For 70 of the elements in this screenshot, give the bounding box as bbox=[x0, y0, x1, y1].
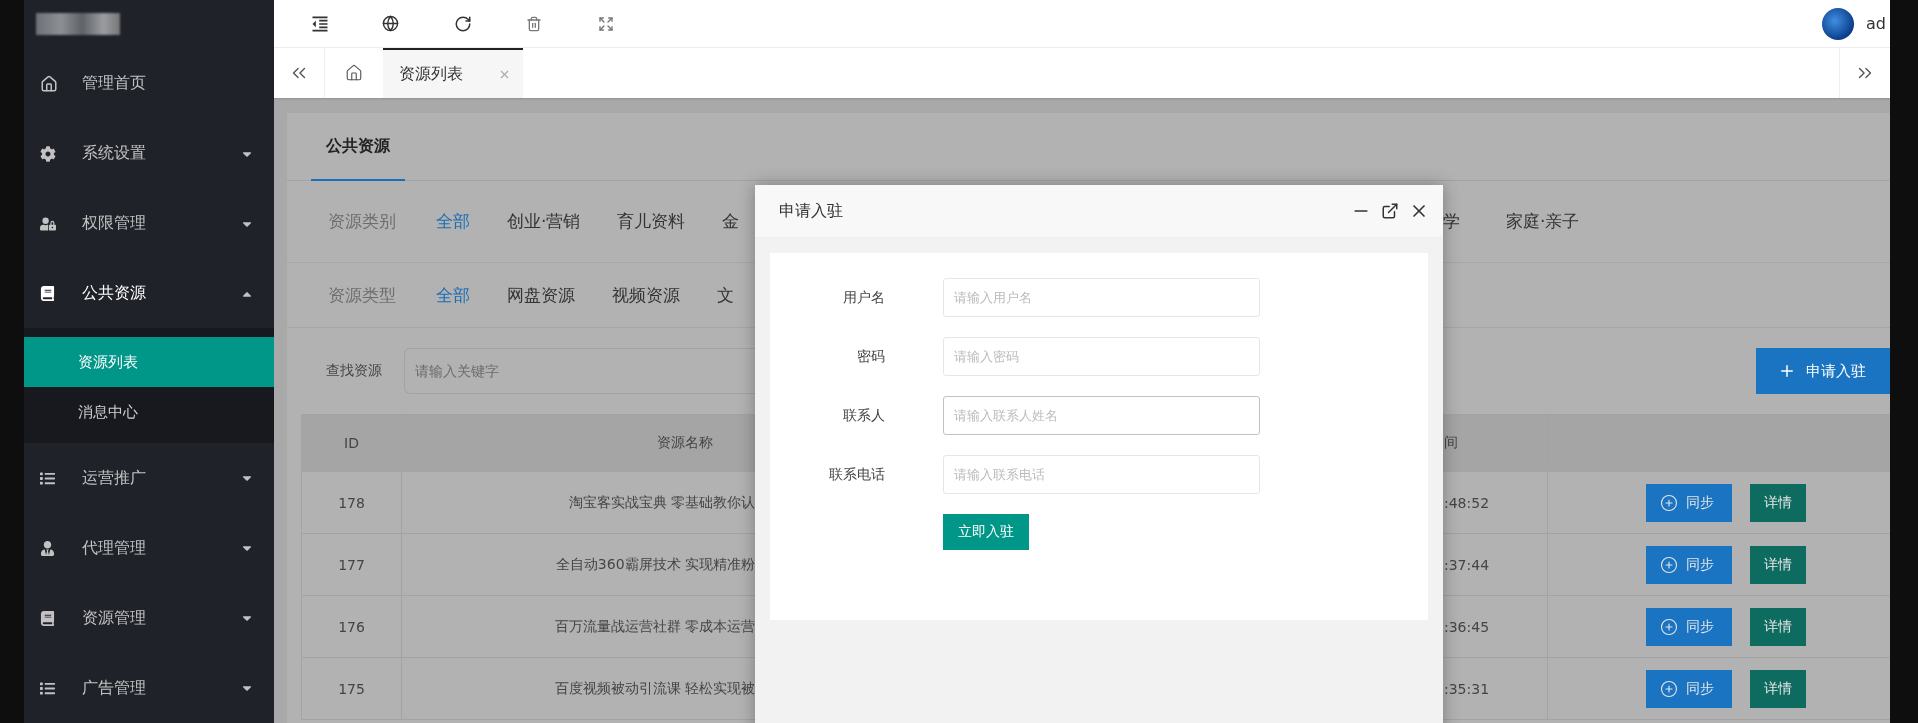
filter-option[interactable]: 创业·营销 bbox=[507, 210, 581, 233]
sync-button[interactable]: 同步 bbox=[1646, 545, 1732, 584]
sync-button[interactable]: 同步 bbox=[1646, 483, 1732, 522]
table-cell-text: 全自动360霸屏技术 实现精准粉 bbox=[554, 554, 755, 574]
input-field[interactable]: 请输入联系电话 bbox=[943, 455, 1260, 494]
sidebar-item[interactable]: 代理管理 bbox=[24, 513, 274, 584]
home-icon bbox=[40, 74, 60, 93]
sidebar-item[interactable]: 广告管理 bbox=[24, 653, 274, 723]
submenu-item[interactable]: 消息中心 bbox=[24, 387, 274, 438]
table-cell-text: :36:45 bbox=[1443, 617, 1491, 637]
filter-option[interactable]: 学 bbox=[1443, 210, 1460, 233]
page-tab[interactable]: 资源列表 bbox=[383, 48, 523, 98]
filter-option[interactable]: 视频资源 bbox=[612, 283, 680, 307]
field-label: 联系电话 bbox=[828, 465, 886, 484]
table-cell-text: :48:52 bbox=[1443, 493, 1491, 513]
sidebar-item[interactable]: 公共资源 bbox=[24, 258, 274, 329]
column-header: 资源名称 bbox=[656, 433, 714, 452]
table-cell-text: :37:44 bbox=[1443, 555, 1491, 575]
filter-label: 资源类型 bbox=[328, 283, 396, 307]
table-cell-text: 百万流量战运营社群 零成本运营 bbox=[553, 616, 755, 636]
table-cell-text: :35:31 bbox=[1443, 679, 1491, 699]
circle-plus-icon bbox=[1660, 555, 1678, 574]
detail-button[interactable]: 详情 bbox=[1750, 483, 1806, 522]
search-label: 查找资源 bbox=[326, 362, 383, 380]
filter-option[interactable]: 家庭·亲子 bbox=[1506, 210, 1580, 233]
dialog-title: 申请入驻 bbox=[779, 200, 844, 222]
sync-button[interactable]: 同步 bbox=[1646, 607, 1732, 646]
sidebar-item[interactable]: 权限管理 bbox=[24, 188, 274, 259]
input-field[interactable]: 请输入联系人姓名 bbox=[943, 396, 1260, 435]
field-label: 密码 bbox=[856, 347, 886, 366]
table-cell-text: 淘宝客实战宝典 零基础教你认 bbox=[567, 492, 755, 512]
sidebar-item[interactable]: 管理首页 bbox=[24, 48, 274, 119]
column-header: ID bbox=[301, 415, 402, 471]
home-icon bbox=[345, 64, 363, 82]
submenu-item[interactable]: 资源列表 bbox=[24, 337, 274, 388]
circle-plus-icon bbox=[1660, 617, 1678, 636]
sidebar-item[interactable]: 运营推广 bbox=[24, 443, 274, 514]
maximize-icon[interactable] bbox=[1381, 202, 1399, 220]
column-header: 间 bbox=[1443, 433, 1459, 452]
detail-button[interactable]: 详情 bbox=[1750, 607, 1806, 646]
table-cell-text: 百度视频被动引流课 轻松实现被 bbox=[553, 678, 755, 698]
filter-option[interactable]: 网盘资源 bbox=[507, 283, 575, 307]
filter-label: 资源类别 bbox=[328, 210, 396, 233]
circle-plus-icon bbox=[1660, 493, 1678, 512]
field-label: 用户名 bbox=[842, 288, 886, 307]
avatar[interactable] bbox=[1822, 7, 1854, 40]
circle-plus-icon bbox=[1660, 679, 1678, 698]
submit-button[interactable]: 立即入驻 bbox=[943, 514, 1029, 550]
apply-button[interactable]: 申请入驻 bbox=[1756, 348, 1890, 394]
table-cell: 176 bbox=[301, 596, 402, 657]
table-cell: 175 bbox=[301, 658, 402, 719]
tab-label: 资源列表 bbox=[399, 63, 463, 85]
user-name[interactable]: ad bbox=[1866, 14, 1890, 33]
card-tab[interactable]: 公共资源 bbox=[311, 113, 405, 181]
field-label: 联系人 bbox=[842, 406, 886, 425]
sidebar-item[interactable]: 资源管理 bbox=[24, 583, 274, 654]
table-cell: 178 bbox=[301, 472, 402, 533]
filter-option[interactable]: 育儿资料 bbox=[617, 210, 686, 233]
table-cell: 177 bbox=[301, 534, 402, 595]
detail-button[interactable]: 详情 bbox=[1750, 545, 1806, 584]
plus-icon bbox=[1778, 362, 1796, 380]
sync-button[interactable]: 同步 bbox=[1646, 669, 1732, 708]
input-field[interactable]: 请输入用户名 bbox=[943, 278, 1260, 317]
filter-option[interactable]: 金 bbox=[722, 210, 740, 233]
search-field[interactable]: 请输入关键字 bbox=[404, 348, 755, 394]
detail-button[interactable]: 详情 bbox=[1750, 669, 1806, 708]
filter-option[interactable]: 文 bbox=[717, 283, 734, 307]
input-field[interactable]: 请输入密码 bbox=[943, 337, 1260, 376]
sidebar-item[interactable]: 系统设置 bbox=[24, 118, 274, 189]
home-tab[interactable] bbox=[325, 48, 383, 98]
